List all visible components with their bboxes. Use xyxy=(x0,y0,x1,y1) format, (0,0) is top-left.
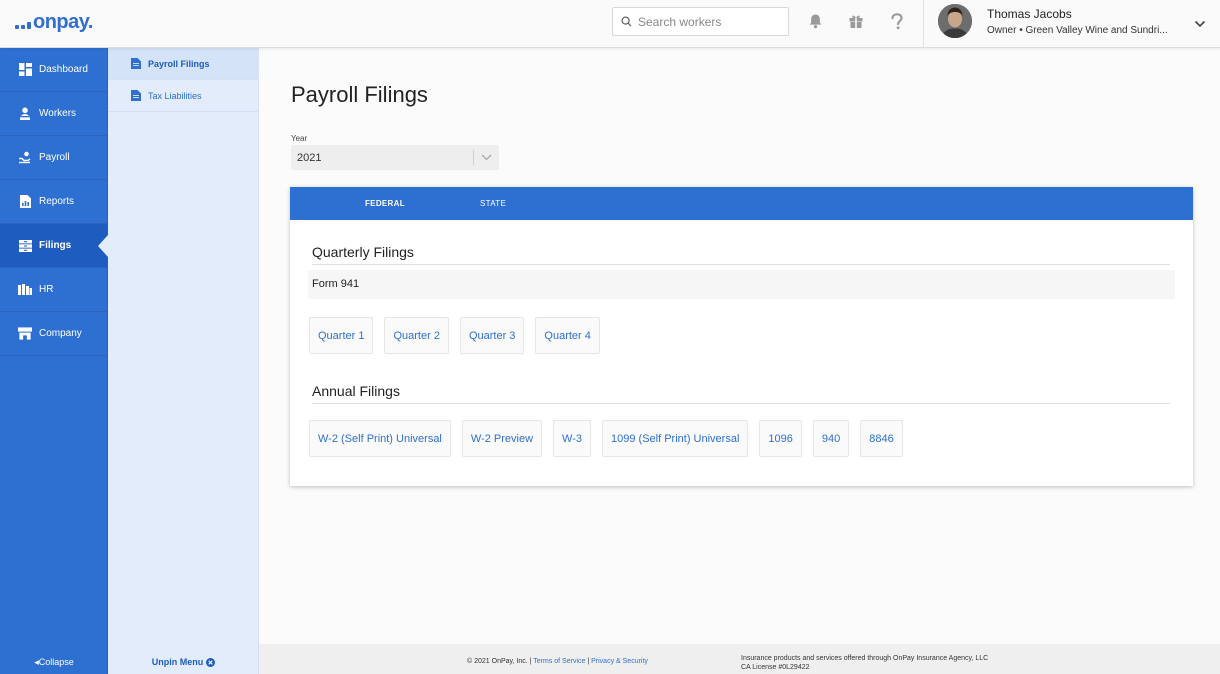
quarter-4-button[interactable]: Quarter 4 xyxy=(535,317,600,354)
dashboard-icon xyxy=(18,63,32,77)
w2-self-print-button[interactable]: W-2 (Self Print) Universal xyxy=(309,420,451,457)
nav-label-payroll: Payroll xyxy=(39,152,70,163)
chevron-down-icon[interactable] xyxy=(481,152,492,164)
quarterly-buttons: Quarter 1 Quarter 2 Quarter 3 Quarter 4 xyxy=(309,317,600,354)
filing-tabs: FEDERAL STATE xyxy=(290,187,1193,220)
avatar[interactable] xyxy=(938,4,972,38)
onpay-logo[interactable]: onpay. xyxy=(15,10,93,34)
annual-filings-title: Annual Filings xyxy=(312,383,400,399)
nav-label-hr: HR xyxy=(39,284,54,295)
gift-icon[interactable] xyxy=(847,12,865,30)
bell-icon[interactable] xyxy=(806,12,824,30)
w2-preview-button[interactable]: W-2 Preview xyxy=(461,420,543,457)
nav-item-reports[interactable]: Reports xyxy=(0,180,107,224)
page-title: Payroll Filings xyxy=(291,82,428,107)
quarterly-filings-title: Quarterly Filings xyxy=(312,244,414,260)
logo-text: onpay. xyxy=(33,10,93,33)
payroll-icon xyxy=(18,151,32,165)
nav-item-dashboard[interactable]: Dashboard xyxy=(0,48,107,92)
subnav-label: Tax Liabilities xyxy=(148,90,202,101)
copyright: © 2021 OnPay, Inc. | xyxy=(467,658,532,665)
hr-icon xyxy=(18,283,32,297)
subnav-item-payroll-filings[interactable]: Payroll Filings xyxy=(108,48,269,80)
quarter-3-button[interactable]: Quarter 3 xyxy=(459,317,525,354)
select-separator xyxy=(473,150,474,165)
document-icon xyxy=(131,58,141,69)
1099-self-print-button[interactable]: 1099 (Self Print) Universal xyxy=(602,420,749,457)
nav-item-hr[interactable]: HR xyxy=(0,268,107,312)
collapse-button[interactable]: ◂Collapse xyxy=(0,657,108,668)
form-941-row: Form 941 xyxy=(308,270,1175,299)
section-divider xyxy=(312,264,1170,265)
header-divider xyxy=(923,0,924,48)
nav-item-workers[interactable]: Workers xyxy=(0,92,107,136)
terms-link[interactable]: Terms of Service xyxy=(533,658,585,665)
top-header: onpay. Thomas Jacobs Owner • Green Valle… xyxy=(0,0,1220,48)
nav-item-payroll[interactable]: Payroll xyxy=(0,136,107,180)
filings-card: FEDERAL STATE Quarterly Filings Form 941… xyxy=(290,187,1193,486)
nav-label-dashboard: Dashboard xyxy=(39,64,88,75)
tab-federal[interactable]: FEDERAL xyxy=(365,187,405,220)
company-icon xyxy=(18,327,32,341)
year-select[interactable]: 2021 xyxy=(291,145,499,170)
insurance-line-1: Insurance products and services offered … xyxy=(741,655,989,662)
unpin-menu-button[interactable]: Unpin Menu xyxy=(108,657,259,667)
nav-label-workers: Workers xyxy=(39,108,77,119)
nav-label-filings: Filings xyxy=(39,240,72,251)
logo-mark-icon xyxy=(15,21,31,29)
nav-label-reports: Reports xyxy=(39,196,75,207)
year-value: 2021 xyxy=(297,151,322,164)
search-input[interactable] xyxy=(638,14,778,29)
sub-sidebar: Payroll Filings Tax Liabilities Unpin Me… xyxy=(108,48,269,674)
footer-separator: | xyxy=(587,658,590,665)
unpin-label: Unpin Menu xyxy=(151,657,204,667)
subnav-item-tax-liabilities[interactable]: Tax Liabilities xyxy=(108,80,258,112)
user-name: Thomas Jacobs xyxy=(987,7,1072,21)
main-content: Payroll Filings Year 2021 FEDERAL STATE … xyxy=(259,48,1220,644)
quarter-1-button[interactable]: Quarter 1 xyxy=(309,317,374,354)
quarter-2-button[interactable]: Quarter 2 xyxy=(384,317,449,354)
search-icon xyxy=(621,16,632,27)
nav-label-company: Company xyxy=(39,328,82,339)
footer: © 2021 OnPay, Inc. | Terms of Service | … xyxy=(259,644,1220,674)
copyright-text: © 2021 OnPay, Inc. | Terms of Service | … xyxy=(467,658,648,665)
workers-icon xyxy=(18,107,32,121)
year-label: Year xyxy=(291,134,308,143)
close-circle-icon xyxy=(206,657,216,667)
nav-item-company[interactable]: Company xyxy=(0,312,107,356)
reports-icon xyxy=(18,195,32,209)
annual-buttons: W-2 (Self Print) Universal W-2 Preview W… xyxy=(309,420,903,457)
main-sidebar: Dashboard Workers Payroll Reports Filing… xyxy=(0,48,108,674)
document-icon xyxy=(131,90,141,101)
insurance-line-2: CA License #0L29422 xyxy=(741,664,810,671)
tab-state[interactable]: STATE xyxy=(480,187,506,220)
chevron-down-icon[interactable] xyxy=(1194,15,1206,33)
8846-button[interactable]: 8846 xyxy=(860,420,903,457)
user-role: Owner • Green Valley Wine and Sundri... xyxy=(987,25,1167,36)
help-icon[interactable] xyxy=(888,12,906,30)
insurance-notice: Insurance products and services offered … xyxy=(741,654,988,672)
1096-button[interactable]: 1096 xyxy=(759,420,802,457)
nav-item-filings[interactable]: Filings xyxy=(0,224,108,268)
w3-button[interactable]: W-3 xyxy=(553,420,592,457)
collapse-label: Collapse xyxy=(38,657,74,667)
subnav-label: Payroll Filings xyxy=(148,58,210,69)
940-button[interactable]: 940 xyxy=(812,420,850,457)
section-divider xyxy=(312,403,1170,404)
filings-icon xyxy=(18,239,32,253)
privacy-link[interactable]: Privacy & Security xyxy=(591,658,648,665)
search-box[interactable] xyxy=(612,7,789,36)
